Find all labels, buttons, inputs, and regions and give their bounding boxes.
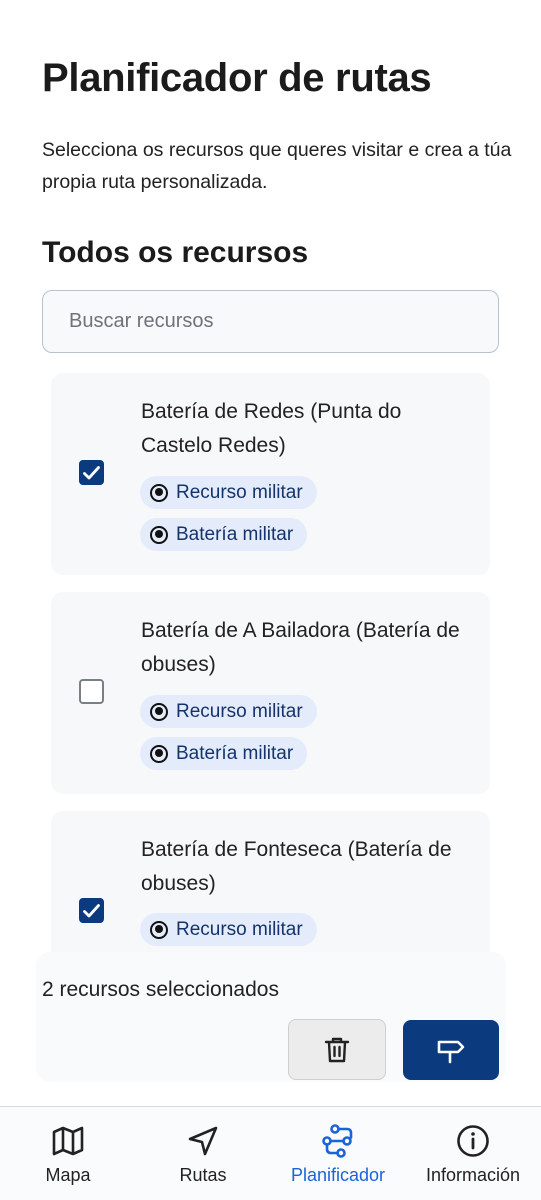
page-title: Planificador de rutas [42, 56, 432, 100]
signpost-icon [437, 1040, 465, 1064]
radio-dot-icon [150, 744, 168, 763]
nav-label: Mapa [45, 1165, 91, 1185]
resource-tag: Batería militar [140, 518, 308, 551]
resource-checkbox[interactable] [79, 679, 104, 704]
resource-card[interactable]: Batería de Fonteseca (Batería de obuses)… [51, 811, 490, 971]
nav-item-rutas[interactable]: Rutas [153, 1107, 253, 1200]
checkmark-icon [83, 465, 100, 479]
resource-card[interactable]: Batería de Redes (Punta do Castelo Redes… [51, 373, 490, 575]
nav-item-mapa[interactable]: Mapa [18, 1107, 118, 1200]
nav-label: Planificador [290, 1165, 386, 1185]
radio-dot-icon [150, 702, 168, 721]
resource-tag-label: Batería militar [176, 523, 294, 545]
resource-name: Batería de A Bailadora (Batería de obuse… [141, 619, 460, 676]
resource-tag-label: Batería militar [176, 742, 294, 764]
resource-checkbox[interactable] [79, 460, 104, 485]
resource-tag: Recurso militar [140, 476, 317, 509]
map-icon [52, 1126, 84, 1156]
resource-name: Batería de Redes (Punta do Castelo Redes… [141, 400, 402, 457]
clear-selection-button[interactable] [288, 1019, 386, 1080]
resource-tag-label: Recurso militar [176, 700, 303, 722]
search-input[interactable] [42, 290, 499, 353]
intro-text: Selecciona os recursos que queres visita… [42, 139, 512, 193]
resource-tag: Recurso militar [140, 695, 317, 728]
trash-icon [324, 1037, 350, 1062]
nav-label: Rutas [179, 1165, 227, 1185]
resource-name: Batería de Fonteseca (Batería de obuses) [141, 838, 452, 895]
radio-dot-icon [150, 483, 168, 502]
info-icon [457, 1125, 489, 1157]
resource-tag-label: Recurso militar [176, 918, 303, 940]
create-route-button[interactable] [403, 1020, 499, 1080]
resource-checkbox[interactable] [79, 898, 104, 923]
nav-item-informacion[interactable]: Información [418, 1107, 528, 1200]
resource-card[interactable]: Batería de A Bailadora (Batería de obuse… [51, 592, 490, 794]
section-title: Todos os recursos [42, 236, 309, 269]
resource-tag: Recurso militar [140, 913, 317, 946]
resource-tag-label: Recurso militar [176, 481, 303, 503]
radio-dot-icon [150, 525, 168, 544]
selected-count: 2 recursos seleccionados [42, 978, 279, 1001]
nav-label: Información [425, 1165, 521, 1185]
resource-tag: Batería militar [140, 737, 308, 770]
route-planner-icon [322, 1124, 353, 1158]
radio-dot-icon [150, 920, 168, 939]
nav-item-planificador[interactable]: Planificador [278, 1107, 398, 1200]
navigation-arrow-icon [188, 1126, 218, 1156]
checkmark-icon [83, 903, 100, 917]
bottom-navigation: Mapa Rutas Planificador Información [0, 1106, 541, 1200]
